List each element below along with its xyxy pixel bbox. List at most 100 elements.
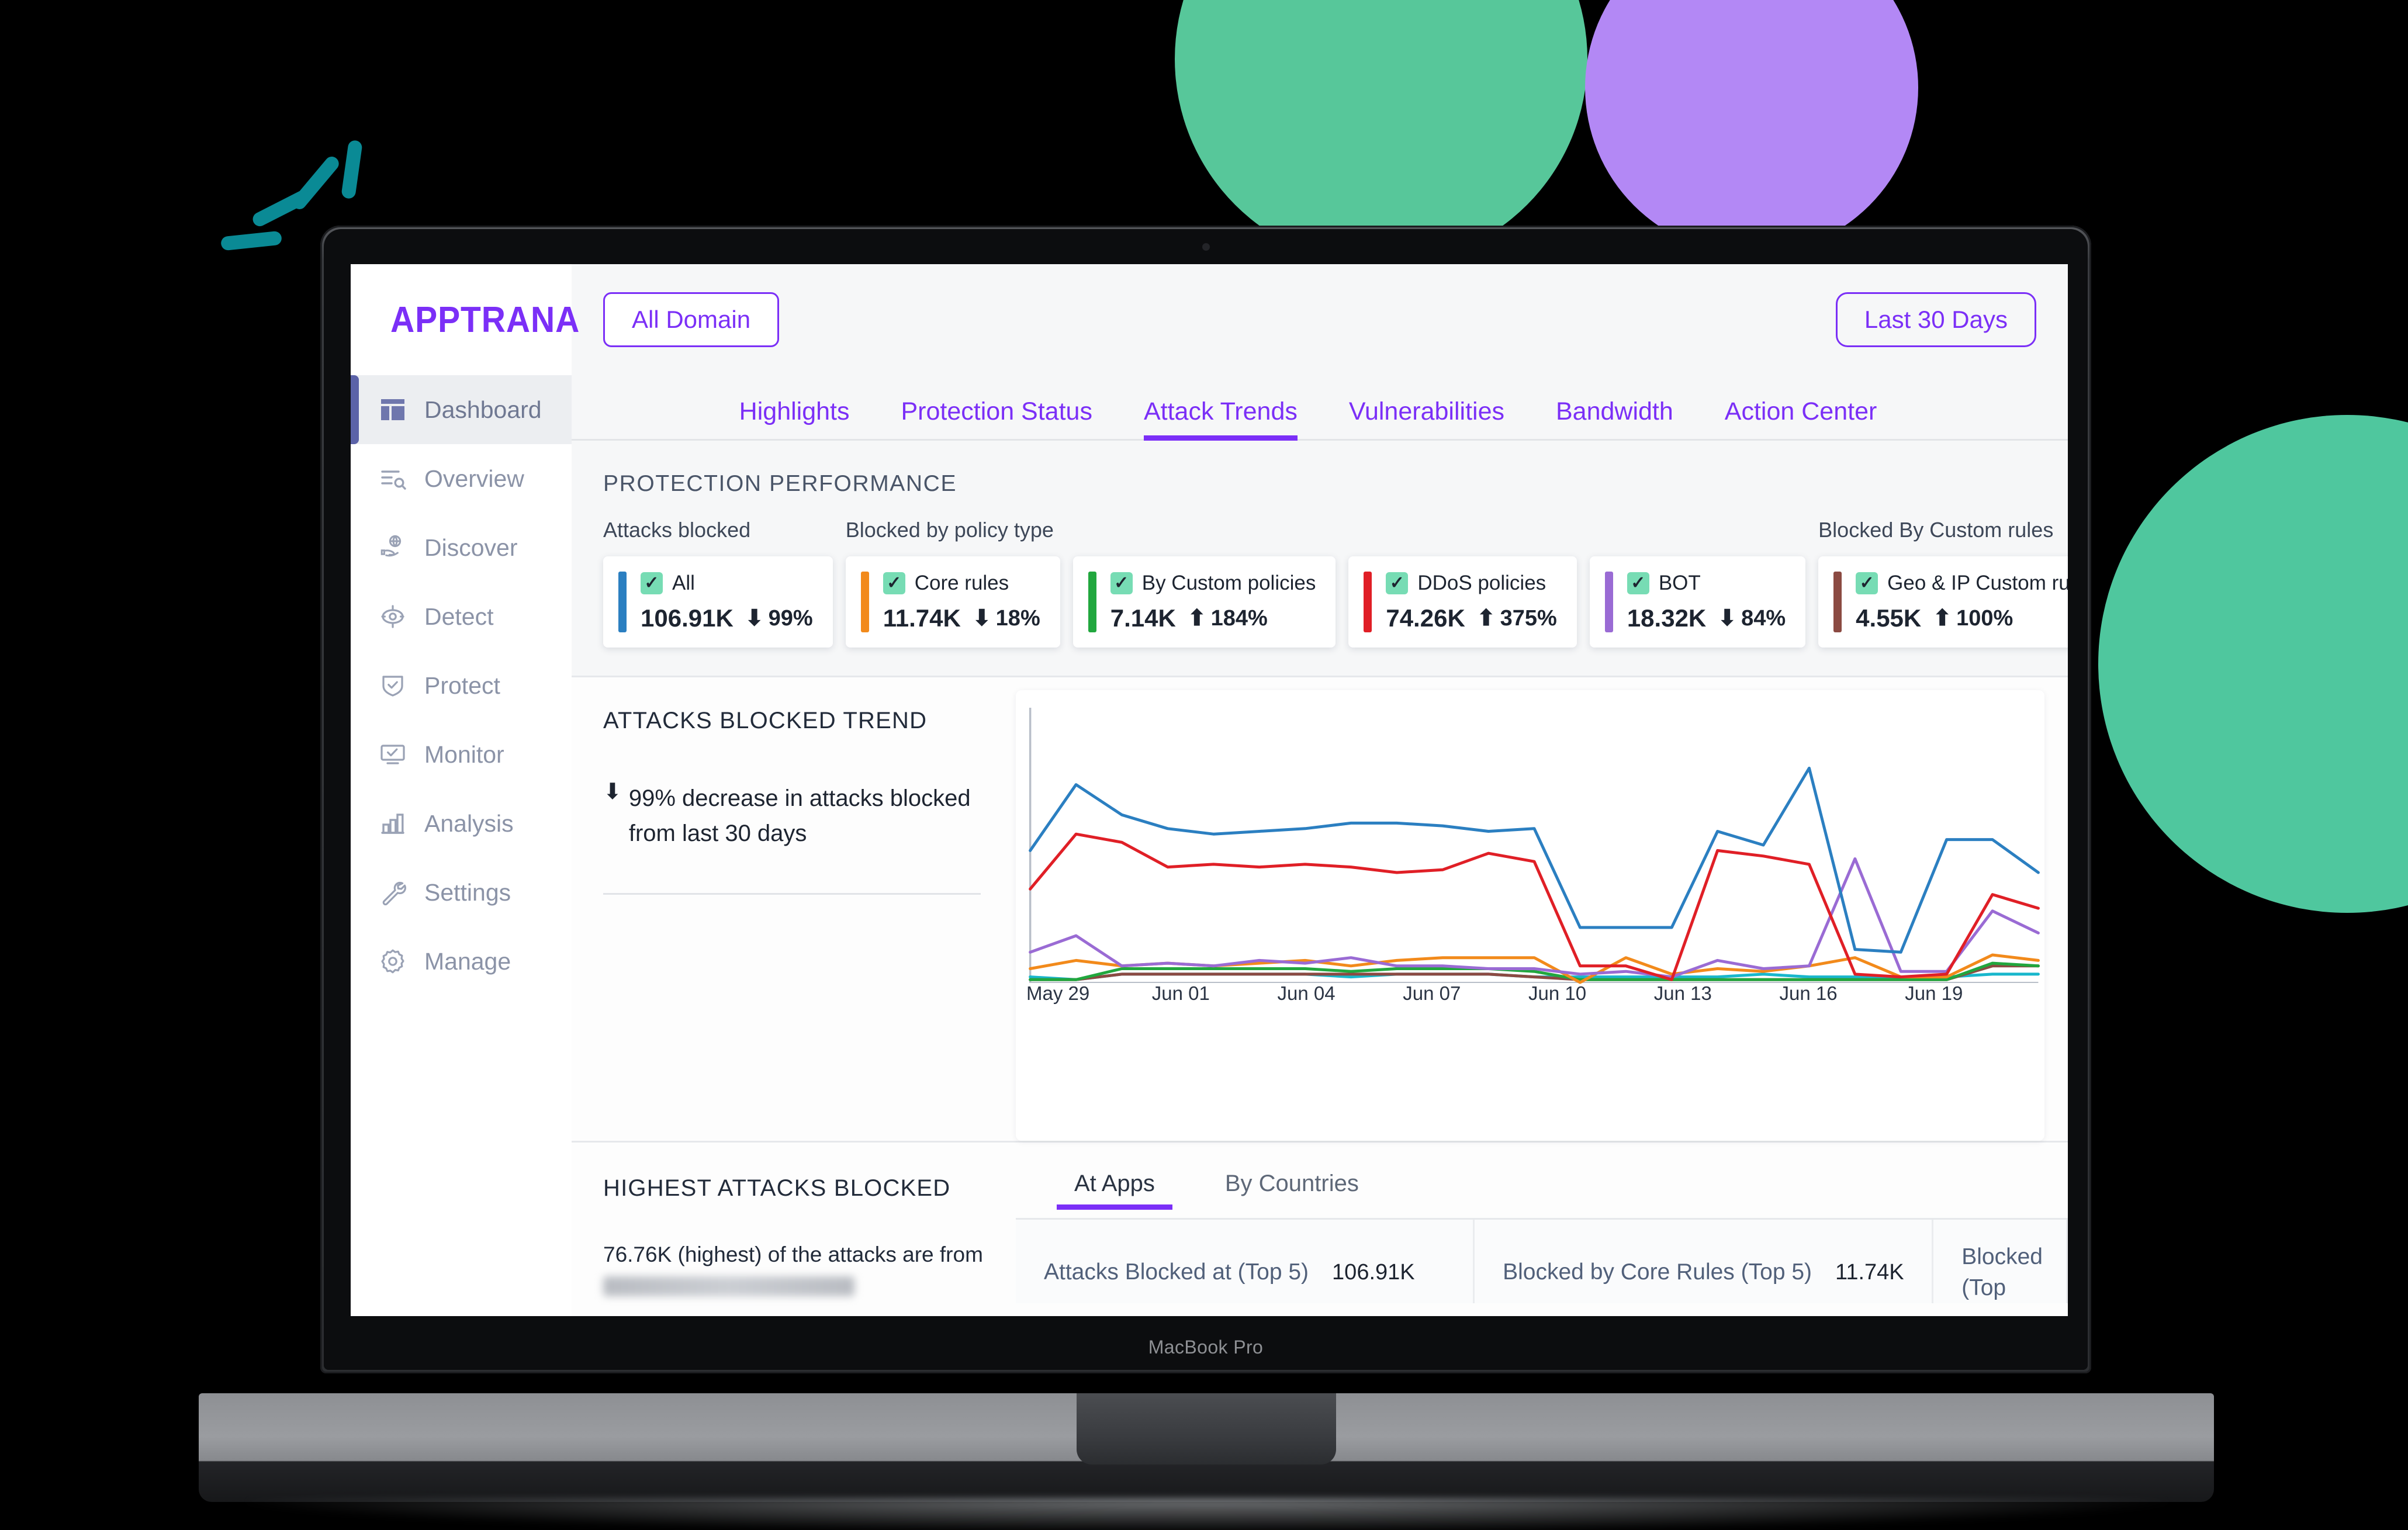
stat-cell-blocked-core-rules-top5[interactable]: Blocked by Core Rules (Top 5) 11.74K [1475,1220,1934,1304]
metric-delta: ⬆ 100% [1933,605,2013,631]
dashboard-icon [379,396,407,424]
stat-name: Attacks Blocked at (Top 5) [1044,1259,1309,1285]
stat-value: 11.74K [1835,1260,1904,1285]
date-range-button[interactable]: Last 30 Days [1835,292,2036,347]
highest-sub-tabs: At Apps By Countries [1016,1143,2068,1210]
x-tick: Jun 07 [1403,982,1461,1004]
sidebar-item-detect[interactable]: Detect [351,582,572,651]
perf-group-attacks-blocked: Attacks blocked ✓ All 106.91K ⬇ 99% [603,518,833,648]
sidebar-item-label: Settings [424,878,511,906]
metric-name: DDoS policies [1417,572,1546,594]
tab-action-center[interactable]: Action Center [1725,397,1877,439]
sidebar-item-settings[interactable]: Settings [351,858,572,927]
series-color-bar [1364,572,1372,632]
sidebar-item-label: Overview [424,465,524,492]
metric-card-bot[interactable]: ✓ BOT 18.32K ⬇ 84% [1589,556,1806,648]
tab-protection-status[interactable]: Protection Status [901,397,1092,439]
metric-card-custom-policies[interactable]: ✓ By Custom policies 7.14K ⬆ 184% [1072,556,1336,648]
metric-card-all[interactable]: ✓ All 106.91K ⬇ 99% [603,556,833,648]
discover-globe-hand-icon [379,534,407,562]
arrow-up-icon: ⬆ [1476,606,1496,631]
checkbox-checked-icon[interactable]: ✓ [1386,572,1409,594]
all-domain-button[interactable]: All Domain [603,292,780,347]
sidebar-item-manage[interactable]: Manage [351,927,572,996]
redacted-domain-name [603,1276,854,1296]
stat-value: 106.91K [1332,1260,1415,1285]
checkbox-checked-icon[interactable]: ✓ [883,572,905,594]
checkbox-checked-icon[interactable]: ✓ [641,572,663,594]
arrow-up-icon: ⬆ [1933,606,1952,631]
brand-logo-text: APPTRANA [390,299,580,340]
arrow-down-icon: ⬇ [1718,606,1737,631]
sidebar-item-label: Protect [424,671,500,699]
metric-name: Geo & IP Custom rules [1887,572,2068,594]
decorative-circle-green-right [2098,415,2408,913]
metric-value: 74.26K [1386,604,1465,632]
metric-name: BOT [1658,572,1701,594]
stat-name: Blocked (Top [1961,1244,2043,1300]
perf-group-label: Attacks blocked [603,518,751,542]
trend-title: ATTACKS BLOCKED TREND [603,708,928,733]
divider [603,893,981,895]
metric-delta: ⬆ 184% [1187,605,1268,631]
attacks-blocked-trend-panel: ATTACKS BLOCKED TREND ⬇ 99% decrease in … [572,676,2068,1141]
manage-gear-icon [379,947,407,975]
checkbox-checked-icon[interactable]: ✓ [1110,572,1133,594]
metric-card-geo-ip-custom-rules[interactable]: ✓ Geo & IP Custom rules 4.55K ⬆100% [1818,556,2068,648]
sidebar-item-discover[interactable]: Discover [351,513,572,582]
protect-shield-icon [379,671,407,700]
settings-wrench-icon [379,878,407,906]
x-tick: Jun 16 [1779,982,1838,1004]
laptop-base-notch [1077,1393,1336,1465]
metric-card-ddos-policies[interactable]: ✓ DDoS policies 74.26K ⬆ 375% [1348,556,1577,648]
sidebar-item-analysis[interactable]: Analysis [351,789,572,858]
series-color-bar [1088,572,1096,632]
laptop-base [164,1393,2248,1530]
tab-attack-trends[interactable]: Attack Trends [1143,397,1298,441]
decorative-circle-purple-top [1585,0,1918,254]
metric-card-core-rules[interactable]: ✓ Core rules 11.74K ⬇ 18% [845,556,1060,648]
metric-name: By Custom policies [1141,572,1316,594]
perf-group-label: Blocked By Custom rules [1818,518,2054,542]
sidebar-item-overview[interactable]: Overview [351,444,572,513]
tab-bandwidth[interactable]: Bandwidth [1556,397,1673,439]
attacks-blocked-chart[interactable]: May 29 Jun 01 Jun 04 Jun 07 Jun 10 Jun 1… [1016,690,2044,1141]
main-content: All Domain Last 30 Days Highlights Prote… [572,264,2068,1316]
metric-name: Core rules [914,572,1009,594]
metric-value: 4.55K [1856,604,1922,632]
sidebar-item-monitor[interactable]: Monitor [351,720,572,789]
laptop-mockup: MacBook Pro APPTRANA Dashboard Overview … [320,226,2091,1373]
tab-vulnerabilities[interactable]: Vulnerabilities [1349,397,1504,439]
top-bar: All Domain Last 30 Days [572,264,2068,375]
x-tick: Jun 13 [1653,982,1712,1004]
webcam-icon [1202,243,1210,251]
stat-cell-attacks-blocked-top5[interactable]: Attacks Blocked at (Top 5) 106.91K [1016,1220,1475,1304]
laptop-lid: MacBook Pro APPTRANA Dashboard Overview … [320,226,2091,1373]
app-window: APPTRANA Dashboard Overview Discover Det… [351,264,2068,1316]
chart-x-axis: May 29 Jun 01 Jun 04 Jun 07 Jun 10 Jun 1… [1016,982,2044,1005]
overview-search-icon [379,465,407,493]
perf-group-label: Blocked by policy type [845,518,1054,542]
highest-attacks-blocked-panel: HIGHEST ATTACKS BLOCKED 76.76K (highest)… [572,1141,2068,1316]
tab-by-countries[interactable]: By Countries [1225,1171,1359,1210]
laptop-reflection [245,1498,2168,1530]
stat-name: Blocked by Core Rules (Top 5) [1503,1259,1812,1285]
tab-at-apps[interactable]: At Apps [1057,1171,1172,1210]
highest-summary: HIGHEST ATTACKS BLOCKED 76.76K (highest)… [572,1143,1016,1316]
brand-logo[interactable]: APPTRANA [351,264,579,375]
sidebar: APPTRANA Dashboard Overview Discover Det… [351,264,579,1316]
detect-target-icon [379,603,407,631]
perf-group-custom-rules: Blocked By Custom rules ✓ Geo & IP Custo… [1818,518,2068,648]
highest-detail: At Apps By Countries Attacks Blocked at … [1016,1143,2068,1316]
tab-highlights[interactable]: Highlights [739,397,850,439]
screen: APPTRANA Dashboard Overview Discover Det… [351,264,2068,1316]
perf-group-policy-type: Blocked by policy type ✓ Core rules 11.7… [845,518,1806,648]
sidebar-item-dashboard[interactable]: Dashboard [351,375,572,444]
sidebar-item-label: Dashboard [424,396,542,423]
checkbox-checked-icon[interactable]: ✓ [1627,572,1649,594]
trend-line-chart-svg [1016,708,2044,1017]
sidebar-item-protect[interactable]: Protect [351,651,572,720]
checkbox-checked-icon[interactable]: ✓ [1856,572,1878,594]
page-root: MacBook Pro APPTRANA Dashboard Overview … [0,0,2408,1530]
stat-cell-blocked-top5-partial[interactable]: Blocked (Top [1933,1220,2068,1304]
